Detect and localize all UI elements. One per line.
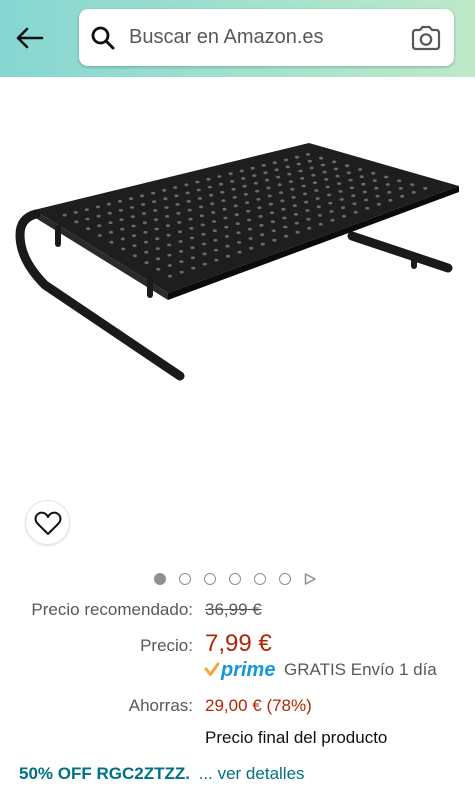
search-box[interactable]: Buscar en Amazon.es — [79, 9, 454, 66]
carousel-dot[interactable] — [229, 573, 241, 585]
prime-badge: prime — [204, 657, 275, 683]
carousel-dot[interactable] — [254, 573, 266, 585]
play-video-icon[interactable] — [304, 573, 316, 585]
coupon-row: 50% OFF RGC2ZTZZ. ... ver detalles — [19, 764, 305, 784]
image-carousel-dots — [154, 572, 316, 586]
savings-amount: 29,00 € (78%) — [205, 696, 312, 715]
carousel-dot[interactable] — [154, 573, 166, 585]
product-image[interactable] — [0, 130, 475, 400]
search-input[interactable]: Buscar en Amazon.es — [129, 26, 324, 49]
final-price-note: Precio final del producto — [205, 728, 388, 747]
prime-label: prime — [221, 658, 276, 681]
search-icon — [91, 26, 115, 50]
back-button[interactable] — [8, 18, 50, 58]
heart-icon — [34, 511, 61, 535]
favorite-button[interactable] — [25, 500, 70, 545]
camera-icon[interactable] — [410, 24, 442, 52]
coupon-details-link[interactable]: ... ver detalles — [199, 764, 305, 783]
coupon-code: 50% OFF RGC2ZTZZ. — [19, 764, 190, 783]
price-label: Precio: — [140, 636, 193, 655]
back-arrow-icon — [16, 27, 44, 49]
savings-label: Ahorras: — [128, 696, 193, 715]
list-price: 36,99 € — [205, 600, 262, 619]
carousel-dot[interactable] — [204, 573, 216, 585]
current-price: 7,99 € — [205, 630, 272, 657]
list-price-label: Precio recomendado: — [31, 600, 193, 619]
shipping-info: GRATIS Envío 1 día — [284, 660, 437, 679]
carousel-dot[interactable] — [279, 573, 291, 585]
prime-check-icon — [204, 662, 220, 676]
carousel-dot[interactable] — [179, 573, 191, 585]
header-bar: Buscar en Amazon.es — [0, 0, 475, 77]
